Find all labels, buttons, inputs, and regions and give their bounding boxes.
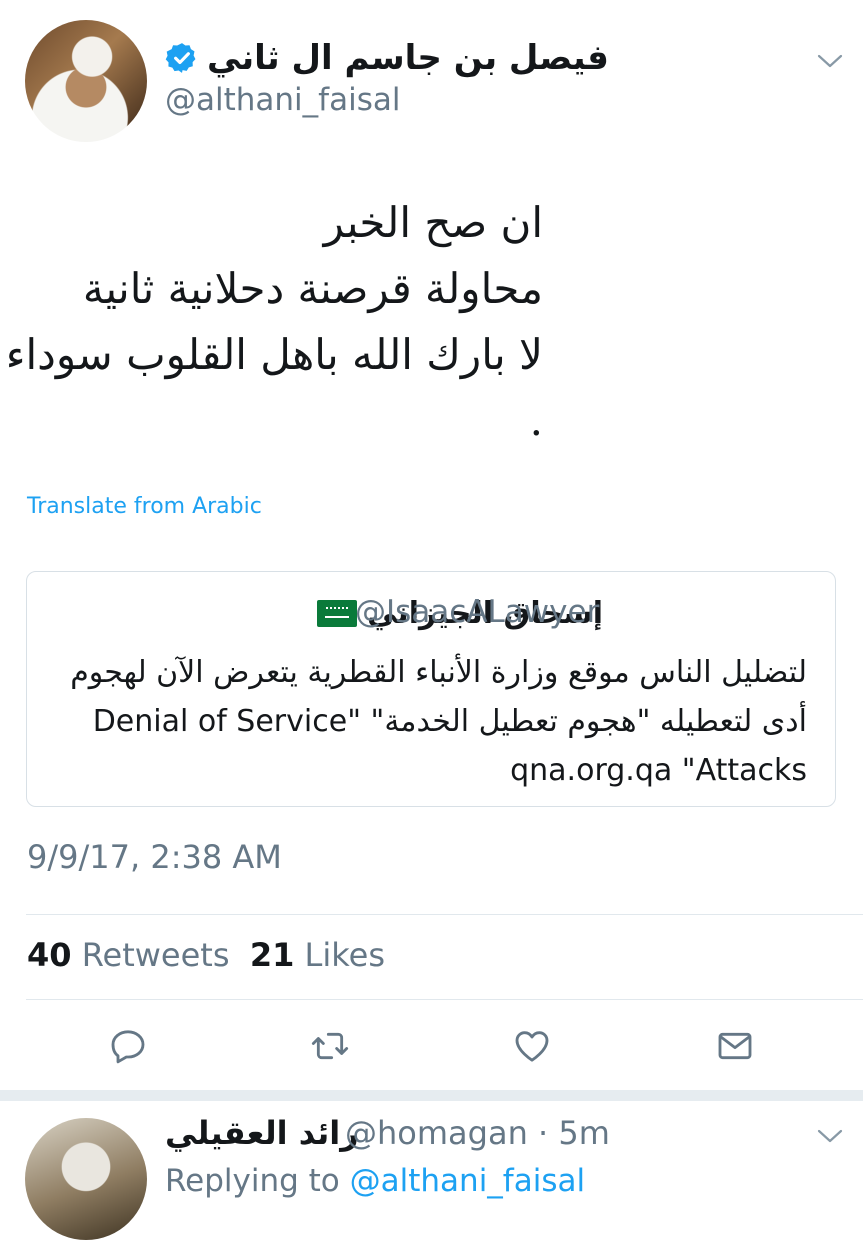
reply-author-handle[interactable]: @homagan — [345, 1114, 528, 1152]
tweet-text-line: محاولة قرصنة دحلانية ثانية — [82, 264, 543, 313]
tweet-timestamp: 9/9/17, 2:38 AM — [27, 838, 282, 876]
reply-icon — [111, 1030, 145, 1064]
tweet-text: ان صح الخبر محاولة قرصنة دحلانية ثانية ل… — [5, 190, 543, 454]
reply-author-avatar[interactable] — [25, 1118, 147, 1240]
author-handle[interactable]: @althani_faisal — [165, 82, 400, 118]
divider — [26, 914, 863, 915]
translate-link[interactable]: Translate from Arabic — [27, 494, 262, 519]
heart-icon — [515, 1031, 549, 1062]
retweet-button[interactable] — [308, 1024, 352, 1068]
author-name: فيصل بن جاسم ال ثاني — [207, 38, 609, 78]
replying-mention[interactable]: @althani_faisal — [350, 1163, 585, 1199]
divider — [26, 999, 863, 1000]
reply-author-name[interactable]: رائد العقيلي — [165, 1114, 359, 1152]
envelope-icon — [718, 1032, 752, 1060]
quoted-text-line: qna.org.qa "Attacks — [510, 753, 807, 788]
quoted-tweet-text: لتضليل الناس موقع وزارة الأنباء القطرية … — [47, 648, 807, 795]
tweet-text-line: لا بارك الله باهل القلوب سوداء — [5, 330, 543, 379]
tweet-stats: 40 Retweets 21 Likes — [27, 936, 385, 974]
direct-message-button[interactable] — [713, 1024, 757, 1068]
verified-badge-icon — [165, 43, 196, 73]
quoted-text-line: أدى لتعطيله "هجوم تعطيل الخدمة" "Denial … — [92, 704, 807, 739]
tweet-text-line: . — [529, 396, 543, 445]
retweet-icon — [311, 1032, 349, 1060]
retweets-count[interactable]: 40 — [27, 936, 72, 974]
tweet-text-line: ان صح الخبر — [323, 198, 543, 247]
quoted-author-handle: @IsaacALawyer — [355, 594, 600, 630]
reply-time: · 5m — [538, 1114, 610, 1152]
author-name-row[interactable]: فيصل بن جاسم ال ثاني — [165, 38, 609, 78]
quoted-tweet-card[interactable]: إسحاق الجيزاني @IsaacALawyer لتضليل النا… — [26, 571, 836, 807]
chevron-down-icon[interactable] — [817, 53, 843, 69]
retweets-label[interactable]: Retweets — [82, 936, 230, 974]
section-divider — [0, 1090, 863, 1101]
reply-author-meta: @homagan · 5m — [345, 1114, 610, 1152]
like-button[interactable] — [510, 1024, 554, 1068]
likes-count[interactable]: 21 — [250, 936, 295, 974]
saudi-flag-icon — [317, 600, 358, 627]
author-avatar[interactable] — [25, 20, 147, 142]
likes-label[interactable]: Likes — [305, 936, 385, 974]
replying-prefix: Replying to — [165, 1163, 340, 1199]
chevron-down-icon[interactable] — [817, 1128, 843, 1144]
quoted-text-line: لتضليل الناس موقع وزارة الأنباء القطرية … — [70, 655, 807, 690]
replying-to: Replying to @althani_faisal — [165, 1163, 585, 1199]
reply-button[interactable] — [106, 1024, 150, 1068]
